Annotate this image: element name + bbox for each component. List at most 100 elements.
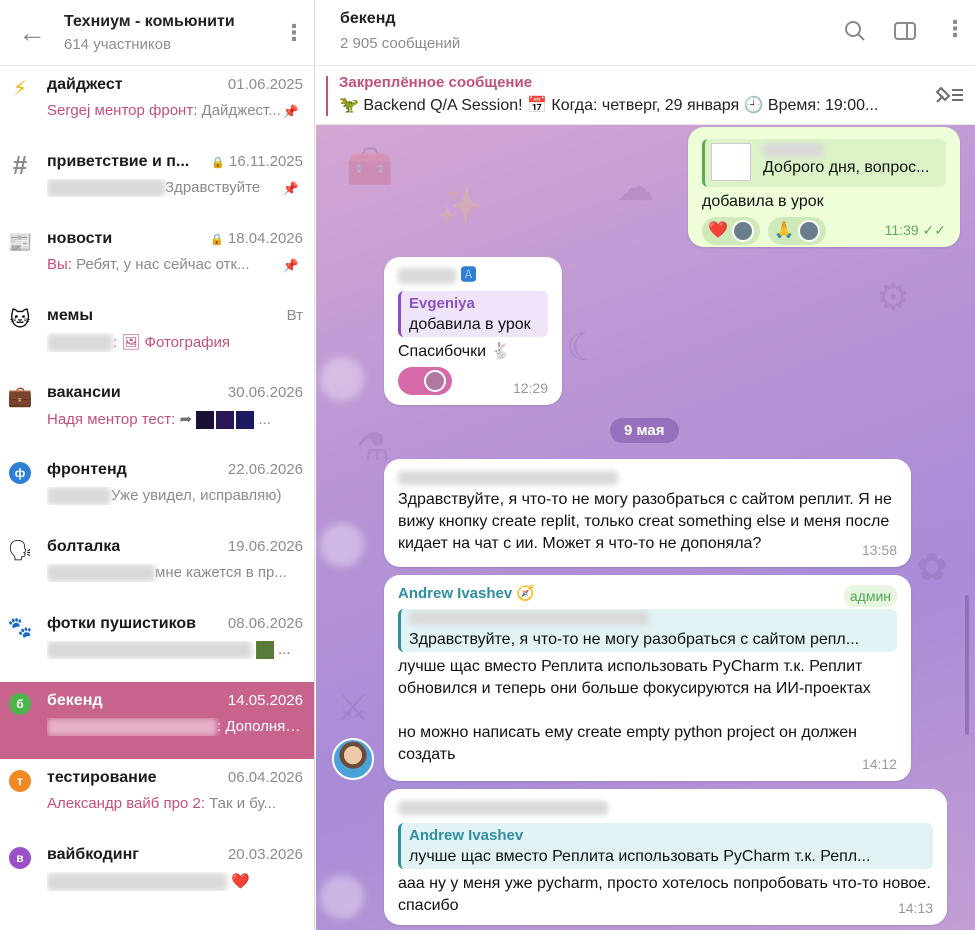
topic-item-vibecoding[interactable]: в вайбкодинг 20.03.2026 ❤️ <box>0 836 314 913</box>
preview-text: Так и бу... <box>204 795 277 812</box>
message-incoming[interactable]: Здравствуйте, я что-то не могу разобрать… <box>384 459 911 567</box>
message-incoming[interactable]: Andrew Ivashev 🧭 админ Здравствуйте, я ч… <box>384 575 911 781</box>
scrollbar[interactable] <box>965 595 969 735</box>
backend-badge-icon: б <box>9 693 31 715</box>
pin-icon: 📌 <box>282 258 299 273</box>
topic-preview: : Дополняй... <box>47 718 305 737</box>
preview-sender: Александр вайб про 2: <box>47 795 205 812</box>
topic-item-digest[interactable]: ⚡ дайджест 01.06.2025 Sergej ментор фрон… <box>0 66 314 143</box>
topic-name: новости <box>47 230 113 247</box>
preview-sender: Надя ментор тест: <box>47 411 176 428</box>
lock-icon: 🔒 <box>210 234 224 246</box>
topic-date: 🔒 16.11.2025 <box>211 153 303 170</box>
message-text: но можно написать ему create empty pytho… <box>398 724 858 763</box>
avatar[interactable] <box>332 738 374 780</box>
topic-item-greetings[interactable]: # приветствие и п... 🔒 16.11.2025 Здравст… <box>0 143 314 220</box>
topic-item-vacancies[interactable]: 💼 вакансии 30.06.2026 Надя ментор тест: … <box>0 374 314 451</box>
chat-messages-area[interactable]: 🧰 ✨ ☁ ⚙ ☾ ⚗ ✿ ⚔ ☀ Доброго дня, вопрос...… <box>316 125 975 930</box>
testing-badge-icon: т <box>9 770 31 792</box>
topic-date: 01.06.2025 <box>227 76 303 93</box>
preview-text: Дайджест... <box>197 102 281 119</box>
reply-author: Andrew Ivashev <box>409 827 524 844</box>
topic-preview: Sergej ментор фронт: Дайджест... <box>47 102 305 119</box>
topic-preview: ❤️ <box>47 872 305 892</box>
preview-sender: Вы: <box>47 256 72 273</box>
topic-item-chatter[interactable]: 🗣 болталка 19.06.2026 мне кажется в пр..… <box>0 528 314 605</box>
briefcase-icon: 💼 <box>7 385 33 408</box>
frontend-badge-icon: ф <box>9 462 31 484</box>
topic-name: фронтенд <box>47 461 127 478</box>
topic-date: 20.03.2026 <box>227 846 303 863</box>
reply-quote[interactable]: Доброго дня, вопрос... <box>702 139 946 187</box>
double-check-icon: ✓✓ <box>922 222 946 238</box>
avatar[interactable] <box>320 523 364 567</box>
topic-preview: ... <box>47 641 305 660</box>
back-arrow-icon[interactable]: ← <box>0 0 64 66</box>
reply-quote[interactable]: Andrew Ivashev лучше щас вместо Реплита … <box>398 823 933 869</box>
message-text: добавила в урок <box>702 193 824 210</box>
topic-item-backend[interactable]: б бекенд 14.05.2026 : Дополняй... <box>0 682 314 759</box>
redacted-name <box>763 143 823 157</box>
avatar[interactable] <box>320 357 364 401</box>
reply-text: Здравствуйте, я что-то не могу разобрать… <box>409 631 860 648</box>
topic-preview: : 🖼 Фотография <box>47 333 305 353</box>
paw-icon: 🐾 <box>7 616 33 639</box>
message-text: Спасибочки 🐇 <box>398 343 511 360</box>
topic-preview: мне кажется в пр... <box>47 564 305 583</box>
message-outgoing[interactable]: Доброго дня, вопрос... добавила в урок ❤… <box>688 127 960 247</box>
redacted-sender <box>47 487 111 506</box>
doodle-icon: ☾ <box>566 327 601 369</box>
more-vertical-icon[interactable]: ⋮ <box>944 16 966 42</box>
topic-item-fluffy-photos[interactable]: 🐾 фотки пушистиков 08.06.2026 ... <box>0 605 314 682</box>
topic-item-testing[interactable]: т тестирование 06.04.2026 Александр вайб… <box>0 759 314 836</box>
doodle-icon: ⚔ <box>336 687 371 729</box>
message-time: 14:12 <box>861 756 897 772</box>
message-time: 12:29 <box>512 380 548 396</box>
avatar <box>798 220 821 242</box>
reaction-heart[interactable]: ❤️ <box>702 217 760 245</box>
reply-quote[interactable]: Evgeniya добавила в урок <box>398 291 548 337</box>
search-icon[interactable] <box>844 20 866 48</box>
redacted-sender <box>47 179 165 198</box>
message-text: ааа ну у меня уже pycharm, просто хотело… <box>398 875 931 914</box>
pinned-text: 🦖 Backend Q/A Session! 📅 Когда: четверг,… <box>339 97 879 114</box>
reply-text: добавила в урок <box>409 316 531 333</box>
chat-header[interactable]: бекенд 2 905 сообщений ⋮ <box>316 0 975 66</box>
redacted-name <box>409 611 649 625</box>
reaction-pray[interactable]: 🙏 <box>768 217 827 245</box>
lock-icon: 🔒 <box>211 157 226 169</box>
topic-date: 22.06.2026 <box>227 461 303 478</box>
topics-sidebar: ← Техниум - комьюнити 614 участников ⋮ ⚡… <box>0 0 315 930</box>
message-incoming[interactable]: Andrew Ivashev лучше щас вместо Реплита … <box>384 789 947 925</box>
reaction[interactable] <box>398 367 452 395</box>
vibecoding-badge-icon: в <box>9 847 31 869</box>
group-info[interactable]: Техниум - комьюнити 614 участников <box>64 12 274 53</box>
pin-icon: 📌 <box>282 181 299 196</box>
more-vertical-icon[interactable]: ⋮ <box>274 20 314 46</box>
topic-name: вайбкодинг <box>47 846 139 863</box>
redacted-sender <box>47 334 113 353</box>
preview-text: : Дополняй... <box>217 718 305 735</box>
topic-item-news[interactable]: 📰 новости 🔒 18.04.2026 Вы: Ребят, у нас с… <box>0 220 314 297</box>
chat-panel: бекенд 2 905 сообщений ⋮ Закреплённое со… <box>316 0 975 930</box>
topic-date: 🔒 18.04.2026 <box>210 230 303 247</box>
group-title: Техниум - комьюнити <box>64 13 235 30</box>
pinned-message[interactable]: Закреплённое сообщение 🦖 Backend Q/A Ses… <box>316 66 975 125</box>
sender-emoji-icon: 🧭 <box>516 585 536 602</box>
topic-item-frontend[interactable]: ф фронтенд 22.06.2026 Уже увидел, исправ… <box>0 451 314 528</box>
sidebar-header: ← Техниум - комьюнити 614 участников ⋮ <box>0 0 314 66</box>
admin-badge: админ <box>843 585 897 607</box>
doodle-icon: ✿ <box>916 547 948 589</box>
topic-name: бекенд <box>47 692 103 709</box>
pinned-list-icon[interactable] <box>933 84 965 112</box>
sidebar-toggle-icon[interactable] <box>894 20 916 48</box>
doodle-icon: ⚗ <box>356 427 391 469</box>
avatar[interactable] <box>320 875 364 919</box>
speaking-head-icon: 🗣 <box>7 539 33 562</box>
redacted-sender <box>47 564 155 583</box>
message-incoming[interactable]: 🅰 Evgeniya добавила в урок Спасибочки 🐇 … <box>384 257 562 405</box>
newspaper-icon: 📰 <box>7 231 33 254</box>
redacted-sender <box>47 718 217 737</box>
topic-item-memes[interactable]: 🐱 мемы Вт : 🖼 Фотография <box>0 297 314 374</box>
reply-quote[interactable]: Здравствуйте, я что-то не могу разобрать… <box>398 609 897 652</box>
